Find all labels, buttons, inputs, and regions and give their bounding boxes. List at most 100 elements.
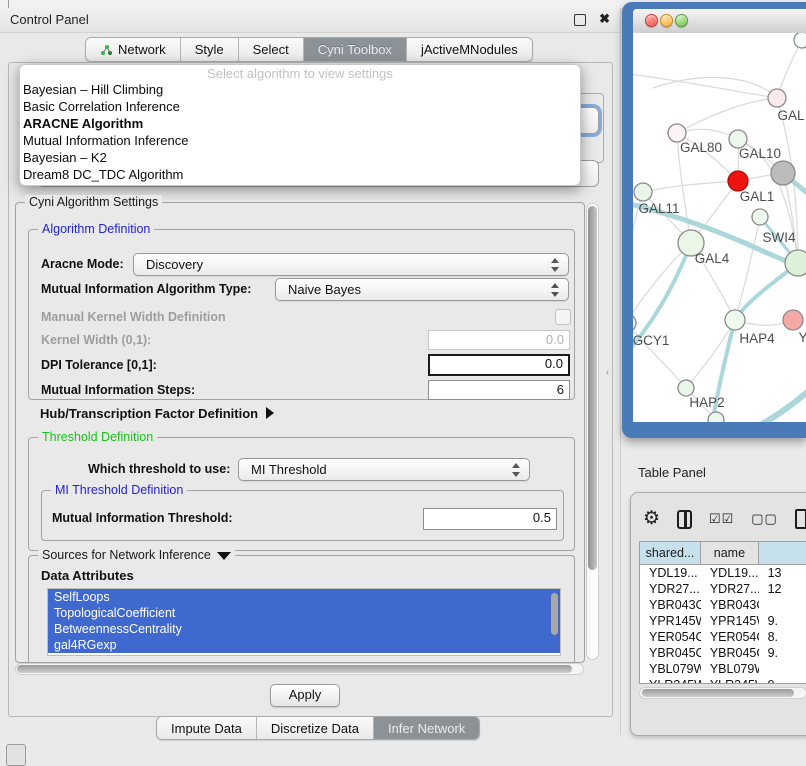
table-cell: YDL19... — [701, 565, 759, 581]
network-node-gal1[interactable] — [728, 171, 748, 191]
network-node[interactable] — [785, 250, 806, 276]
data-attribute-item[interactable]: SelfLoops — [48, 589, 560, 605]
network-node-gcy1[interactable] — [633, 314, 636, 332]
tab-network[interactable]: Network — [86, 38, 181, 61]
node-table: shared...name YDL19...YDL19...13YDR27...… — [639, 541, 806, 684]
table-horizontal-scrollbar-thumb[interactable] — [642, 689, 794, 697]
network-edge[interactable] — [643, 181, 738, 192]
table-cell — [759, 661, 806, 677]
which-threshold-combo[interactable]: MI Threshold — [238, 458, 530, 481]
table-cell: 13 — [759, 565, 806, 581]
data-attributes-list[interactable]: SelfLoopsTopologicalCoefficientBetweenne… — [47, 588, 561, 656]
network-window-frame: GALGAL80GAL10GAL1GAL11SWI4GAL4GCY1HAP4YH… — [622, 2, 806, 438]
data-attribute-item[interactable]: BetweennessCentrality — [48, 621, 560, 637]
network-edge[interactable] — [633, 243, 691, 323]
network-node-gal[interactable] — [768, 89, 786, 107]
expanded-arrow-icon — [217, 552, 231, 560]
tab-style[interactable]: Style — [181, 38, 239, 61]
network-node[interactable] — [708, 412, 724, 422]
network-node[interactable] — [771, 161, 795, 185]
column-header-name[interactable]: name — [701, 542, 759, 564]
tab-label: Select — [253, 42, 289, 57]
close-icon[interactable]: ✖ — [599, 11, 610, 27]
manual-kernel-label: Manual Kernel Width Definition — [41, 310, 226, 324]
table-row[interactable]: YDL19...YDL19...13 — [640, 565, 806, 581]
table-row[interactable]: YER054CYER054C8. — [640, 629, 806, 645]
network-node-gal11[interactable] — [634, 183, 652, 201]
network-node-y[interactable] — [783, 310, 803, 330]
tab-select[interactable]: Select — [239, 38, 304, 61]
network-edge[interactable] — [633, 73, 777, 98]
mi-threshold-field[interactable]: 0.5 — [423, 508, 557, 530]
table-cell: YPR145W — [640, 613, 701, 629]
column-header[interactable] — [759, 542, 806, 564]
sources-title[interactable]: Sources for Network Inference — [38, 548, 235, 562]
network-window-titlebar[interactable] — [633, 9, 806, 34]
table-row[interactable]: YBL079WYBL079W — [640, 661, 806, 677]
table-horizontal-scrollbar[interactable] — [639, 687, 806, 699]
network-canvas[interactable]: GALGAL80GAL10GAL1GAL11SWI4GAL4GCY1HAP4YH… — [633, 33, 806, 422]
minimize-traffic-light-icon[interactable] — [660, 14, 673, 27]
mi-steps-field[interactable]: 6 — [428, 380, 570, 400]
node-label: GCY1 — [633, 333, 669, 348]
table-row[interactable]: YLR345WYLR345W9. — [640, 677, 806, 684]
close-traffic-light-icon[interactable] — [645, 14, 658, 27]
page-icon[interactable] — [795, 509, 806, 529]
settings-vertical-scrollbar[interactable] — [586, 203, 599, 660]
aracne-mode-combo[interactable]: Discovery — [133, 253, 569, 276]
table-row[interactable]: YPR145WYPR145W9. — [640, 613, 806, 629]
settings-horizontal-scrollbar[interactable] — [15, 663, 584, 675]
algorithm-option[interactable]: ARACNE Algorithm — [20, 115, 580, 132]
table-row[interactable]: YBR045CYBR045C9. — [640, 645, 806, 661]
stepper-arrows-icon — [512, 463, 521, 477]
network-node-hap4[interactable] — [725, 310, 745, 330]
node-label: GAL11 — [638, 201, 679, 216]
network-edge-highlighted[interactable] — [715, 385, 806, 422]
algorithm-option[interactable]: Bayesian – K2 — [20, 149, 580, 166]
column-header-shared[interactable]: shared... — [640, 542, 701, 564]
data-attribute-item[interactable]: TopologicalCoefficient — [48, 605, 560, 621]
algorithm-option[interactable]: Bayesian – Hill Climbing — [20, 81, 580, 98]
settings-vertical-scrollbar-thumb[interactable] — [588, 206, 597, 570]
aracne-mode-label: Aracne Mode: — [41, 257, 124, 271]
table-cell: YBL079W — [701, 661, 759, 677]
manual-kernel-checkbox[interactable] — [555, 309, 571, 325]
network-node[interactable] — [794, 33, 806, 48]
dock-button[interactable] — [6, 744, 26, 766]
node-label: GAL4 — [695, 251, 730, 266]
node-label: GAL1 — [740, 189, 775, 204]
float-window-icon[interactable] — [574, 14, 586, 26]
attributes-scrollbar[interactable] — [550, 591, 559, 647]
network-edge[interactable] — [677, 98, 777, 133]
network-node-hap2[interactable] — [678, 380, 694, 396]
tab-jactivemnodules[interactable]: jActiveMNodules — [407, 38, 532, 61]
settings-horizontal-scrollbar-thumb[interactable] — [17, 665, 572, 673]
cyni-algorithm-settings-title: Cyni Algorithm Settings — [25, 195, 162, 209]
zoom-traffic-light-icon[interactable] — [675, 14, 688, 27]
gear-icon[interactable]: ⚙ — [643, 508, 660, 530]
columns-icon[interactable] — [677, 510, 692, 529]
bottom-tab-discretize-data[interactable]: Discretize Data — [257, 717, 374, 739]
bottom-tab-impute-data[interactable]: Impute Data — [157, 717, 257, 739]
mi-algorithm-type-combo[interactable]: Naive Bayes — [275, 278, 569, 301]
hub-definition-toggle[interactable]: Hub/Transcription Factor Definition — [40, 406, 274, 421]
table-panel-frame: ⚙ ☑☑ ▢▢ shared...name YDL19...YDL19...13… — [630, 492, 806, 736]
algorithm-definition-title: Algorithm Definition — [38, 222, 154, 236]
algorithm-option[interactable]: Mutual Information Inference — [20, 132, 580, 149]
tab-cyni-toolbox[interactable]: Cyni Toolbox — [304, 38, 407, 61]
dpi-tolerance-field[interactable]: 0.0 — [428, 354, 570, 376]
table-row[interactable]: YBR043CYBR043C — [640, 597, 806, 613]
table-row[interactable]: YDR27...YDR27...12 — [640, 581, 806, 597]
kernel-width-field[interactable]: 0.0 — [428, 330, 570, 350]
algorithm-option[interactable]: Dream8 DC_TDC Algorithm — [20, 166, 580, 183]
data-attribute-item[interactable]: gal4RGexp — [48, 637, 560, 653]
apply-button[interactable]: Apply — [270, 684, 340, 707]
split-pane-handle[interactable]: ‹ — [606, 368, 613, 377]
algorithm-option[interactable]: Basic Correlation Inference — [20, 98, 580, 115]
clear-checkboxes-icon[interactable]: ▢▢ — [751, 511, 778, 527]
select-all-checkboxes-icon[interactable]: ☑☑ — [709, 511, 734, 527]
cyni-algorithm-settings-group: Cyni Algorithm Settings Algorithm Defini… — [15, 202, 585, 663]
tab-label: jActiveMNodules — [421, 42, 518, 57]
bottom-tab-infer-network[interactable]: Infer Network — [374, 717, 479, 739]
network-node-swi4[interactable] — [752, 209, 768, 225]
